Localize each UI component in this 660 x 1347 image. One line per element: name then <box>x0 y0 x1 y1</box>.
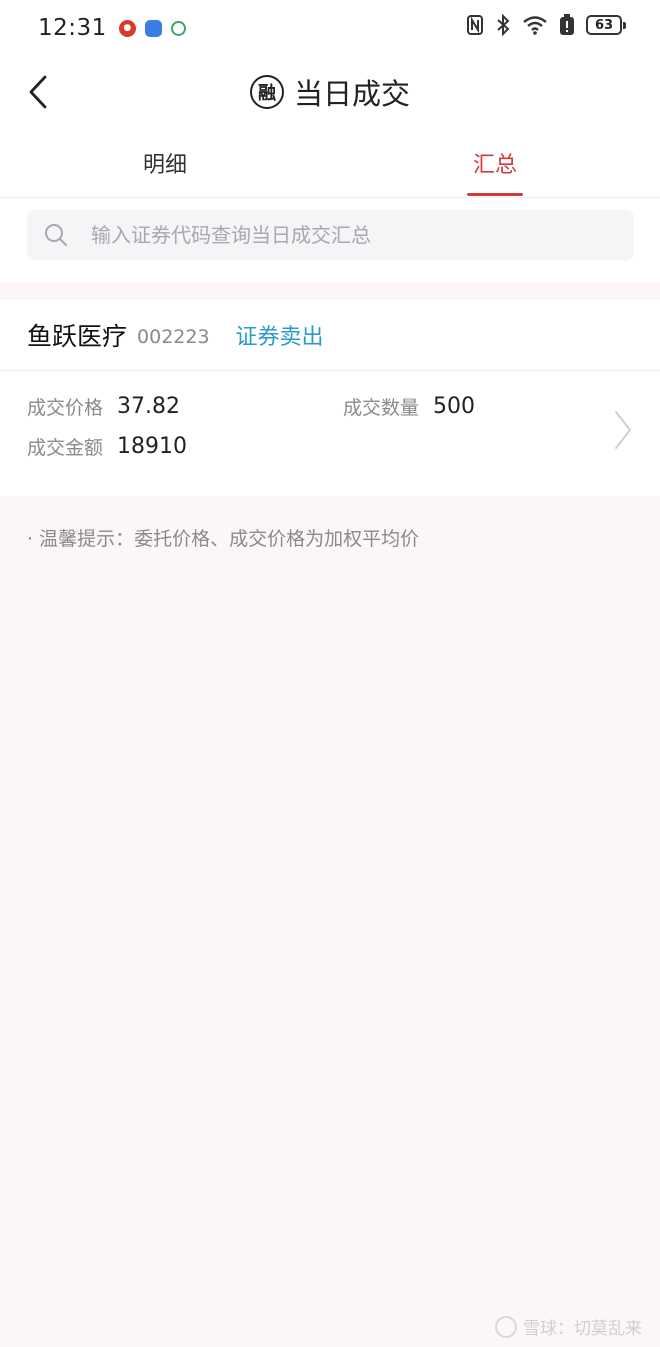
tip-text: · 温馨提示：委托价格、成交价格为加权平均价 <box>27 528 420 550</box>
search-input[interactable] <box>91 223 611 247</box>
cloud-app-icon <box>144 19 162 37</box>
field-price: 成交价格 37.82 <box>27 393 180 420</box>
active-tab-indicator <box>467 193 523 196</box>
search-icon <box>43 222 69 248</box>
trade-type: 证券卖出 <box>235 325 324 350</box>
page-title: 当日成交 <box>293 77 410 111</box>
ring-app-icon <box>170 20 186 36</box>
battery-icon: 63 <box>586 15 626 35</box>
chevron-right-icon[interactable] <box>612 408 634 452</box>
tab-detail[interactable]: 明细 <box>105 128 225 198</box>
wifi-icon <box>522 14 548 36</box>
status-system-icons: 63 <box>466 14 626 36</box>
trade-card-header: 鱼跃医疗 002223 证券卖出 <box>0 300 660 371</box>
field-quantity: 成交数量 500 <box>343 393 475 420</box>
status-time: 12:31 <box>38 15 107 41</box>
status-app-icons: ● <box>118 19 186 37</box>
price-label: 成交价格 <box>27 397 104 419</box>
watermark: 雪球：切莫乱来 <box>495 1314 642 1339</box>
tab-bar: 明细 汇总 <box>0 128 660 198</box>
brand-logo-icon: 融 <box>249 75 284 109</box>
tab-summary[interactable]: 汇总 <box>435 128 555 198</box>
amount-label: 成交金额 <box>27 437 104 459</box>
search-box[interactable] <box>27 210 634 260</box>
xueqiu-logo-icon <box>495 1315 517 1338</box>
battery-saver-icon <box>558 14 576 36</box>
nfc-icon <box>466 14 484 36</box>
status-bar: 12:31 ● 63 <box>0 0 660 56</box>
field-amount: 成交金额 18910 <box>27 433 187 460</box>
search-section <box>0 198 660 282</box>
stock-name: 鱼跃医疗 <box>27 322 128 351</box>
price-value: 37.82 <box>117 394 180 419</box>
weibo-app-icon: ● <box>118 19 136 37</box>
quantity-value: 500 <box>433 394 476 419</box>
header: 融 当日成交 <box>0 56 660 128</box>
trade-summary-card[interactable]: 鱼跃医疗 002223 证券卖出 成交价格 37.82 成交数量 500 成交金… <box>0 300 660 496</box>
watermark-text: 雪球：切莫乱来 <box>523 1319 642 1339</box>
stock-code: 002223 <box>137 326 210 348</box>
amount-value: 18910 <box>117 434 188 459</box>
quantity-label: 成交数量 <box>343 397 420 419</box>
bluetooth-icon <box>494 14 512 36</box>
title-wrap: 融 当日成交 <box>0 70 660 114</box>
